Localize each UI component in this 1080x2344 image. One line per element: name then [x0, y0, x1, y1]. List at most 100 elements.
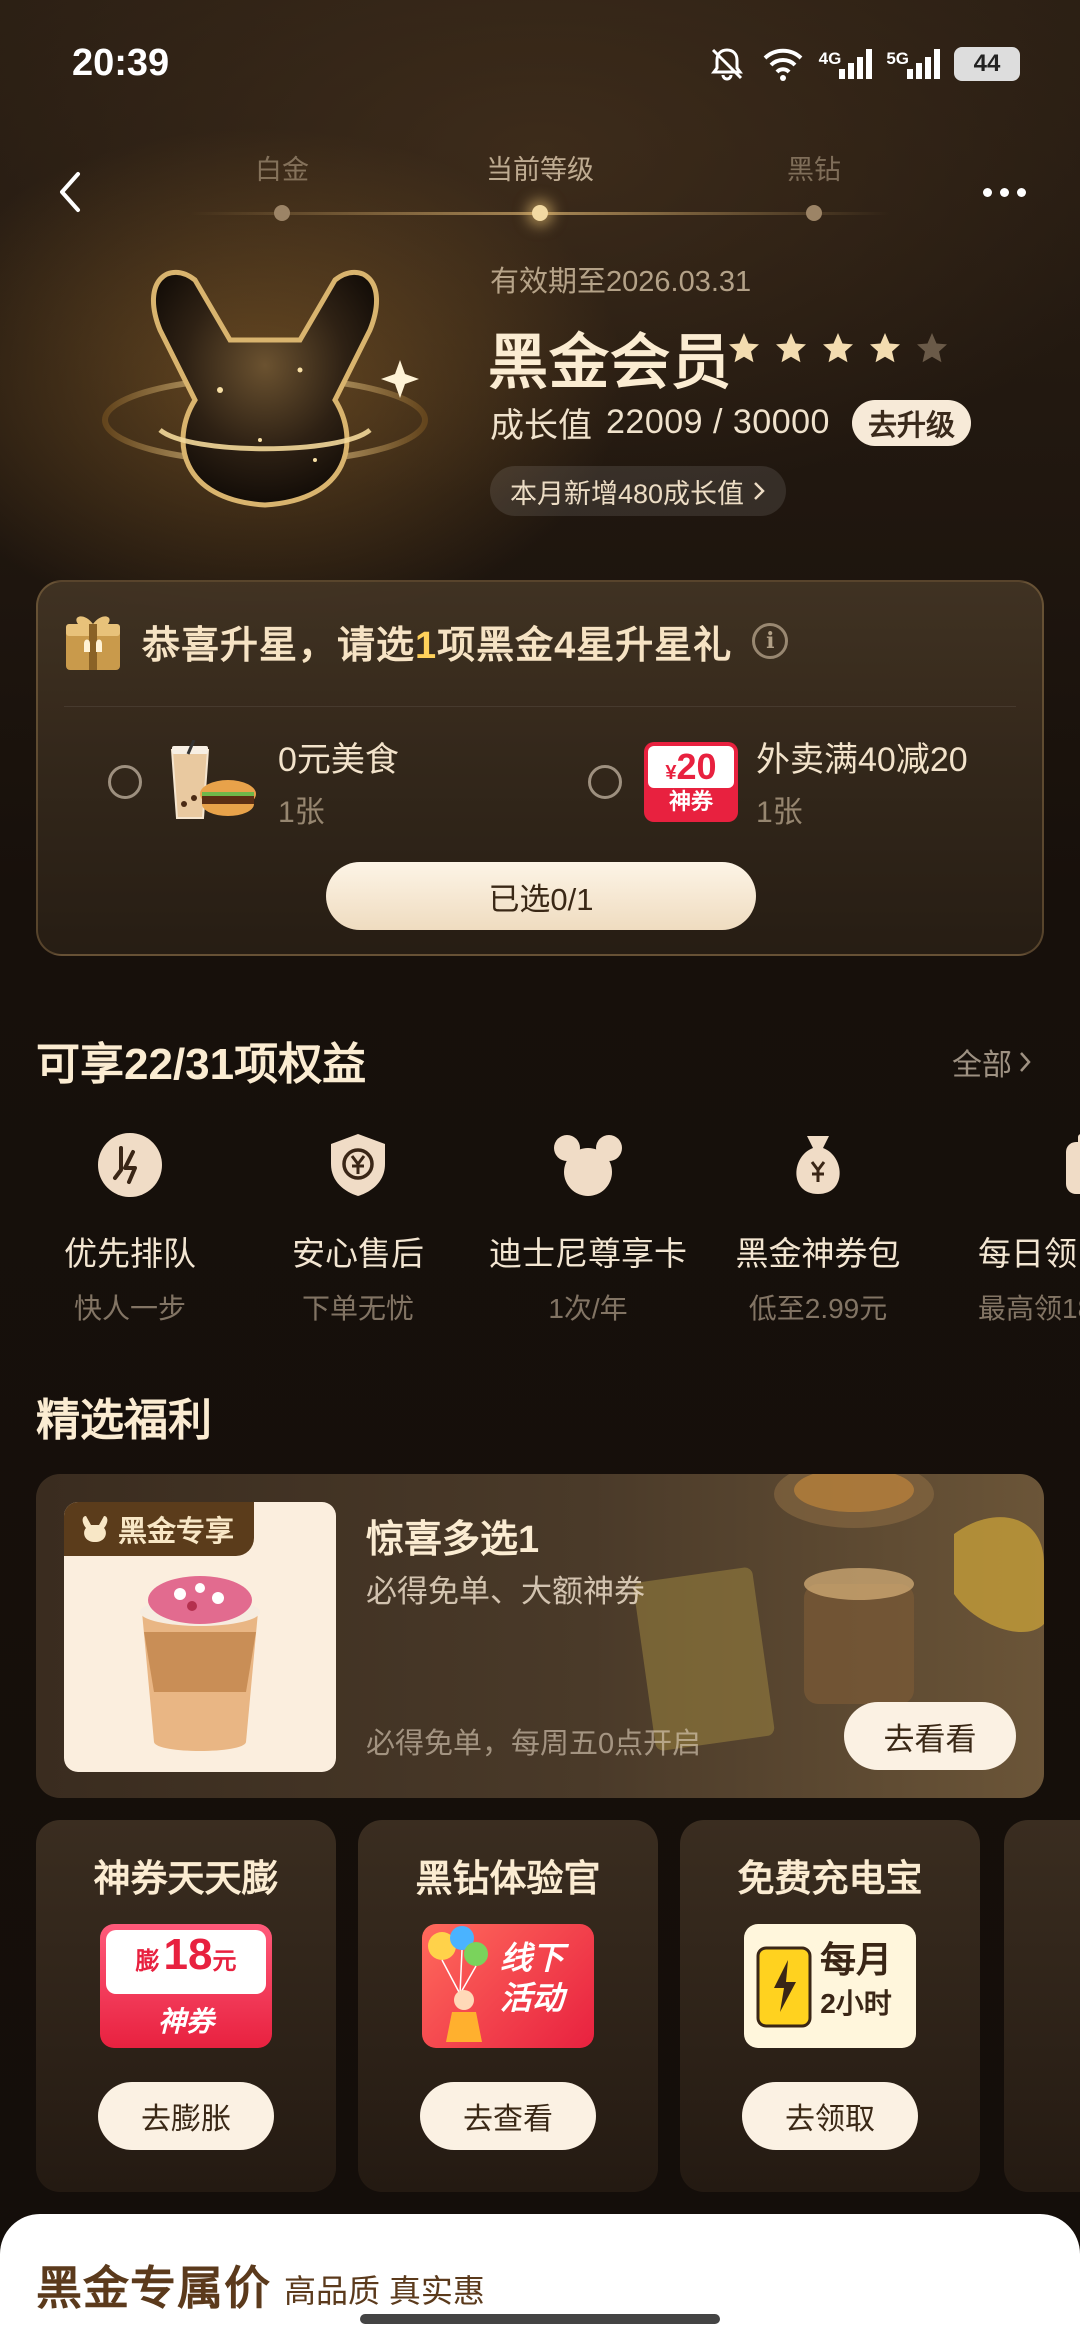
perk-title: 黑钻体验官: [415, 1858, 601, 1899]
boost-label: 神券: [157, 2006, 214, 2037]
perk-title: 免费充电宝: [737, 1858, 923, 1899]
home-indicator[interactable]: [360, 2314, 720, 2324]
benefit-disney-card[interactable]: 迪士尼尊享卡 1次/年: [478, 1130, 698, 1327]
gift-option-food[interactable]: 0元美食 1张: [108, 732, 399, 831]
level-dot-platinum: [274, 205, 290, 221]
coupon-thumbnail: ¥20 神券: [644, 741, 738, 822]
gift-box-icon: [66, 616, 120, 670]
perk-card-power-bank[interactable]: 免费充电宝 每月 2小时 去领取: [680, 1820, 980, 2192]
milk-tea-burger-icon: [170, 739, 256, 819]
benefit-daily-claim[interactable]: 每日领 最高领18: [938, 1130, 1080, 1327]
level-dot-current: [532, 205, 548, 221]
gift-header: 恭喜升星，请选1项黑金4星升星礼 i: [64, 610, 789, 672]
bottom-sheet-title: 黑金专属价: [36, 2262, 271, 2314]
offline-event-image: 线下 活动: [422, 1924, 594, 2048]
power-bank-image: 每月 2小时: [744, 1924, 916, 2048]
powerbank-line1: 每月: [820, 1939, 893, 1980]
boost-value: 18: [163, 1930, 213, 1979]
benefit-name: 安心售后: [292, 1235, 424, 1272]
level-label-current: 当前等级: [486, 155, 594, 185]
upgrade-gift-card: 恭喜升星，请选1项黑金4星升星礼 i 0元美食 1张 ¥20 神券 外卖满40减…: [36, 580, 1044, 956]
more-button[interactable]: [964, 162, 1044, 222]
info-icon[interactable]: i: [752, 623, 789, 659]
gift-option-name: 0元美食: [278, 741, 399, 779]
level-label-platinum[interactable]: 白金: [255, 148, 309, 187]
benefit-name: 迪士尼尊享卡: [489, 1235, 687, 1272]
chevron-right-icon: [1020, 1052, 1031, 1072]
chevron-right-icon: [754, 482, 765, 500]
validity-date: 有效期至2026.03.31: [490, 266, 752, 298]
signal-5g-icon: 5G: [886, 49, 940, 79]
perk-button[interactable]: 去领取: [742, 2082, 918, 2150]
see-all-benefits-link[interactable]: 全部: [952, 1040, 1032, 1084]
perk-card-black-diamond-trial[interactable]: 黑钻体验官 线下 活动 去查看: [358, 1820, 658, 2192]
benefit-desc: 快人一步: [73, 1293, 186, 1324]
signal-4g-icon: 4G: [819, 49, 873, 79]
net-label-5g: 5G: [886, 49, 909, 68]
benefit-desc: 最高领18: [978, 1293, 1080, 1324]
calendar-yen-icon: [1066, 1134, 1080, 1194]
radio-unchecked[interactable]: [108, 764, 142, 799]
benefit-after-sales[interactable]: 安心售后 下单无忧: [248, 1130, 468, 1327]
featured-thumbnail: 黑金专享: [64, 1502, 336, 1772]
battery-icon: 44: [954, 47, 1020, 81]
selected-count-button[interactable]: 已选0/1: [326, 862, 756, 930]
event-line1: 线下: [500, 1940, 565, 1976]
monthly-growth-text: 本月新增480成长值: [510, 478, 745, 509]
view-featured-button[interactable]: 去看看: [844, 1702, 1016, 1770]
member-level-title: 黑金会员: [488, 329, 732, 396]
mute-bell-icon: [707, 44, 747, 84]
benefit-coupon-pack[interactable]: 黑金神券包 低至2.99元: [708, 1130, 928, 1327]
benefit-desc: 低至2.99元: [748, 1293, 888, 1324]
exclusive-tag-label: 黑金专享: [118, 1516, 235, 1548]
gift-title-count: 1: [415, 624, 438, 667]
perk-button[interactable]: 去膨胀: [98, 2082, 274, 2150]
level-track: 白金 当前等级 黑钻: [190, 148, 890, 221]
gift-option-count: 1张: [756, 796, 803, 829]
featured-card-subtitle: 必得免单、大额神券: [366, 1574, 645, 1609]
level-stars: [726, 330, 950, 366]
perk-button[interactable]: 去查看: [420, 2082, 596, 2150]
radio-unchecked[interactable]: [588, 764, 622, 799]
rabbit-logo-icon: [82, 1516, 108, 1542]
growth-row: 成长值 22009 / 30000 去升级: [490, 398, 971, 447]
growth-label: 成长值: [490, 407, 592, 445]
boost-coupon-image: 膨 18 元 神券: [100, 1924, 272, 2048]
more-dots-icon: [982, 187, 992, 197]
money-bag-icon: [796, 1136, 840, 1194]
bottom-sheet-subtitle: 高品质 真实惠: [284, 2273, 485, 2309]
priority-queue-icon: [98, 1133, 162, 1197]
see-all-label: 全部: [952, 1049, 1012, 1082]
perk-card-coupon-boost[interactable]: 神券天天膨 膨 18 元 神券 去膨胀: [36, 1820, 336, 2192]
benefit-desc: 下单无忧: [301, 1293, 414, 1324]
benefit-name: 黑金神券包: [735, 1235, 901, 1272]
featured-card-title: 惊喜多选1: [366, 1519, 540, 1561]
star-filled-icon: [870, 333, 900, 363]
event-line2: 活动: [500, 1980, 565, 2016]
perk-title: 神券天天膨: [93, 1858, 279, 1899]
benefit-priority-queue[interactable]: 优先排队 快人一步: [20, 1130, 240, 1327]
status-time: 20:39: [72, 42, 170, 84]
gift-option-text: 0元美食 1张: [278, 732, 399, 831]
gift-title: 恭喜升星，请选1项黑金4星升星礼: [142, 614, 732, 669]
back-button[interactable]: [40, 162, 100, 222]
featured-welfare-card[interactable]: 黑金专享 惊喜多选1 必得免单、大额神券 必得免单，每周五0点开启 去看看: [36, 1474, 1044, 1798]
level-label-black-diamond[interactable]: 黑钻: [787, 148, 841, 187]
perk-card-next-partial[interactable]: [1004, 1820, 1080, 2192]
coupon-label: 神券: [668, 788, 713, 814]
coupon-symbol: ¥: [665, 761, 677, 784]
coupon-value: 20: [676, 745, 717, 787]
upgrade-button[interactable]: 去升级: [851, 399, 971, 446]
powerbank-line2: 2小时: [820, 1988, 892, 2019]
gift-option-text: 外卖满40减20 1张: [756, 732, 968, 831]
status-icons: 4G 5G 44: [707, 44, 1020, 84]
shield-yen-icon: [331, 1134, 385, 1196]
gift-title-post: 项黑金4星升星礼: [437, 624, 733, 667]
mickey-ears-icon: [554, 1135, 622, 1196]
featured-card-note: 必得免单，每周五0点开启: [366, 1728, 702, 1760]
bottom-sheet[interactable]: 黑金专属价 高品质 真实惠: [0, 2214, 1080, 2344]
monthly-growth-pill[interactable]: 本月新增480成长值: [490, 466, 787, 516]
gift-option-coupon[interactable]: ¥20 神券 外卖满40减20 1张: [588, 732, 968, 831]
wifi-icon: [761, 46, 805, 82]
benefit-name: 优先排队: [64, 1235, 196, 1272]
